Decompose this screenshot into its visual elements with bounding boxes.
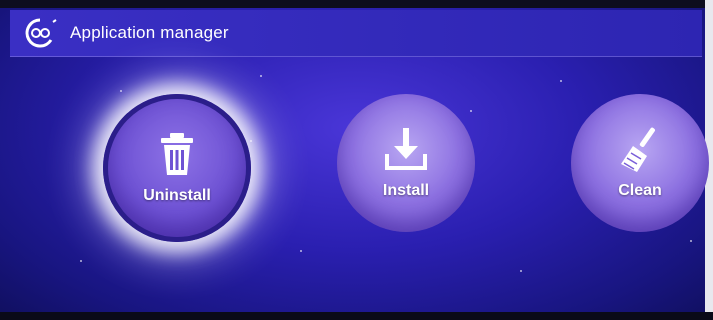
- install-label: Install: [382, 182, 430, 199]
- clean-button[interactable]: Clean: [571, 94, 709, 232]
- broom-icon: [621, 127, 655, 172]
- download-icon: [385, 128, 427, 170]
- trash-icon: [161, 133, 193, 175]
- install-button[interactable]: Install: [337, 94, 475, 232]
- uninstall-label: Uninstall: [143, 187, 211, 204]
- clean-label: Clean: [618, 182, 662, 199]
- action-buttons: Uninstall Install Clean: [0, 0, 713, 320]
- uninstall-button[interactable]: Uninstall: [103, 94, 251, 242]
